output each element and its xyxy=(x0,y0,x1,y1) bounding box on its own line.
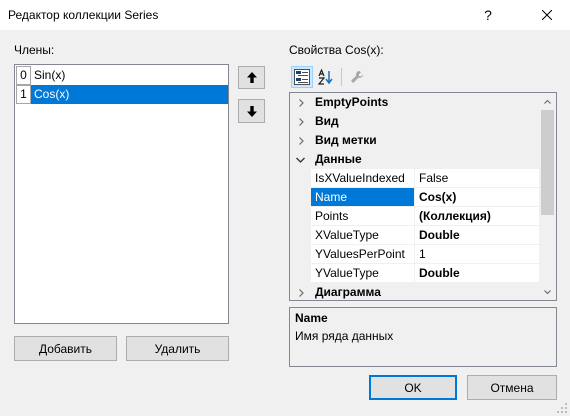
item-name: Sin(x) xyxy=(34,68,66,82)
close-button[interactable] xyxy=(524,0,570,30)
close-icon xyxy=(542,10,552,20)
move-down-button[interactable] xyxy=(238,99,265,123)
category-label: EmptyPoints xyxy=(315,95,389,109)
item-index: 0 xyxy=(16,66,31,85)
help-button[interactable]: ? xyxy=(465,0,511,30)
item-name: Cos(x) xyxy=(31,85,228,104)
cancel-button-label: Отмена xyxy=(490,380,534,395)
members-label: Члены: xyxy=(14,43,55,57)
chevron-down-icon[interactable] xyxy=(290,150,311,169)
alphabetical-sort-icon xyxy=(318,69,334,85)
property-value[interactable]: (Коллекция) xyxy=(415,207,539,226)
property-row[interactable]: Name Cos(x) xyxy=(290,188,539,207)
chevron-right-icon[interactable] xyxy=(290,283,311,300)
category-label: Вид xyxy=(315,114,339,128)
item-index: 1 xyxy=(16,85,31,104)
row-margin xyxy=(290,169,311,188)
property-row[interactable]: XValueType Double xyxy=(290,226,539,245)
ok-button-label: OK xyxy=(404,380,422,395)
property-row[interactable]: YValuesPerPoint 1 xyxy=(290,245,539,264)
property-value[interactable]: 1 xyxy=(415,245,539,264)
property-row[interactable]: YValueType Double xyxy=(290,264,539,283)
category-row[interactable]: Вид метки xyxy=(290,131,539,150)
arrow-down-icon xyxy=(246,105,257,117)
add-button[interactable]: Добавить xyxy=(14,336,117,361)
property-name[interactable]: YValueType xyxy=(311,264,415,283)
remove-button[interactable]: Удалить xyxy=(126,336,229,361)
properties-label: Свойства Cos(x): xyxy=(289,43,384,57)
categorized-button[interactable] xyxy=(291,66,313,88)
category-label: Вид метки xyxy=(315,133,377,147)
property-name[interactable]: YValuesPerPoint xyxy=(311,245,415,264)
window-title: Редактор коллекции Series xyxy=(8,8,159,22)
category-row[interactable]: EmptyPoints xyxy=(290,93,539,112)
vertical-scrollbar[interactable] xyxy=(539,93,556,300)
scrollbar-thumb[interactable] xyxy=(541,110,554,215)
row-margin xyxy=(290,188,311,207)
wrench-icon xyxy=(350,70,364,84)
property-pages-button xyxy=(346,66,368,88)
title-bar[interactable]: Редактор коллекции Series ? xyxy=(0,0,570,30)
description-title: Name xyxy=(295,311,328,325)
row-margin xyxy=(290,226,311,245)
category-row[interactable]: Диаграмма xyxy=(290,283,539,300)
chevron-right-icon[interactable] xyxy=(290,112,311,131)
add-button-label: Добавить xyxy=(38,341,93,356)
description-text: Имя ряда данных xyxy=(295,329,394,343)
property-grid[interactable]: EmptyPoints Вид Вид метки Данные IsXValu… xyxy=(289,92,557,301)
property-row[interactable]: Points (Коллекция) xyxy=(290,207,539,226)
description-pane: Name Имя ряда данных xyxy=(289,307,557,367)
property-name[interactable]: XValueType xyxy=(311,226,415,245)
categorized-icon xyxy=(294,69,310,85)
chevron-right-icon[interactable] xyxy=(290,131,311,150)
ok-button[interactable]: OK xyxy=(369,375,457,400)
row-margin xyxy=(290,245,311,264)
list-item[interactable]: 0 Sin(x) xyxy=(15,66,228,85)
category-label: Диаграмма xyxy=(315,285,381,299)
cancel-button[interactable]: Отмена xyxy=(467,375,557,400)
category-row[interactable]: Данные xyxy=(290,150,539,169)
property-value[interactable]: Double xyxy=(415,226,539,245)
alphabetical-button[interactable] xyxy=(315,66,337,88)
resize-grip-icon[interactable] xyxy=(556,402,568,414)
move-up-button[interactable] xyxy=(238,66,265,89)
category-row[interactable]: Вид xyxy=(290,112,539,131)
row-margin xyxy=(290,207,311,226)
property-name[interactable]: Points xyxy=(311,207,415,226)
remove-button-label: Удалить xyxy=(154,341,201,356)
category-label: Данные xyxy=(315,152,362,166)
chevron-right-icon[interactable] xyxy=(290,93,311,112)
members-listbox[interactable]: 0 Sin(x) 1 Cos(x) xyxy=(14,64,229,324)
scroll-down-arrow-icon[interactable] xyxy=(539,283,556,300)
arrow-up-icon xyxy=(246,72,257,83)
scroll-up-arrow-icon[interactable] xyxy=(539,93,556,110)
toolbar-separator xyxy=(341,68,342,86)
property-value[interactable]: False xyxy=(415,169,539,188)
property-name[interactable]: IsXValueIndexed xyxy=(311,169,415,188)
row-margin xyxy=(290,264,311,283)
help-label: ? xyxy=(484,7,492,23)
property-row[interactable]: IsXValueIndexed False xyxy=(290,169,539,188)
property-value[interactable]: Double xyxy=(415,264,539,283)
list-item[interactable]: 1 Cos(x) xyxy=(15,85,228,104)
property-value[interactable]: Cos(x) xyxy=(415,188,539,207)
property-name[interactable]: Name xyxy=(311,188,415,207)
